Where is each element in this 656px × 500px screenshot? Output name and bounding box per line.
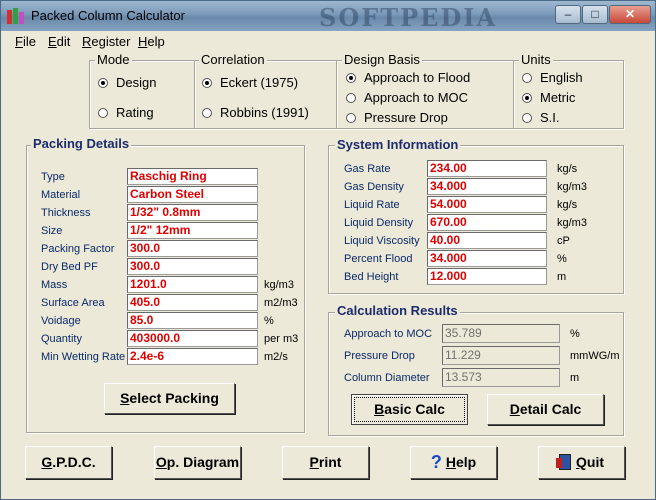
packing-thickness-label: Thickness <box>41 207 91 219</box>
menu-edit[interactable]: Edit <box>48 34 70 49</box>
system-percent-flood-unit: % <box>557 253 567 265</box>
units-si-radio[interactable]: S.I. <box>522 110 560 125</box>
units-metric-radio[interactable]: Metric <box>522 90 575 105</box>
system-percent-flood-label: Percent Flood <box>344 253 413 265</box>
packing-surface-area-label: Surface Area <box>41 297 105 309</box>
basic-calc-button[interactable]: Basic Calc <box>351 394 468 425</box>
design-basis-group-label: Design Basis <box>342 52 422 67</box>
packing-min-wetting-rate-label: Min Wetting Rate <box>41 351 126 363</box>
system-percent-flood-field[interactable]: 34.000 <box>427 250 547 267</box>
packing-quantity-field[interactable]: 403000.0 <box>127 330 258 347</box>
window-title: Packed Column Calculator <box>31 8 185 23</box>
system-gas-density-label: Gas Density <box>344 181 404 193</box>
system-gas-rate-unit: kg/s <box>557 163 578 175</box>
correlation-group-label: Correlation <box>199 52 267 67</box>
packing-dry-bed-pf-field[interactable]: 300.0 <box>127 258 258 275</box>
packing-mass-label: Mass <box>41 279 68 291</box>
watermark: SOFTPEDIA <box>319 3 498 32</box>
design-basis-moc-radio[interactable]: Approach to MOC <box>346 90 468 105</box>
design-basis-pressure-radio[interactable]: Pressure Drop <box>346 110 448 125</box>
help-button[interactable]: ? Help <box>410 446 497 479</box>
minimize-button[interactable]: – <box>555 5 581 24</box>
result-pressure-drop-field: 11.229 <box>442 346 560 365</box>
packing-packing-factor-label: Packing Factor <box>41 243 115 255</box>
packing-surface-area-field[interactable]: 405.0 <box>127 294 258 311</box>
packing-surface-area-unit: m2/m3 <box>264 297 298 309</box>
packing-voidage-unit: % <box>264 315 274 327</box>
result-approach-to-moc-unit: % <box>570 328 580 340</box>
detail-calc-button[interactable]: Detail Calc <box>487 394 604 425</box>
units-english-radio[interactable]: English <box>522 70 583 85</box>
packing-size-field[interactable]: 1/2" 12mm <box>127 222 258 239</box>
app-window: Packed Column Calculator SOFTPEDIA – □ ✕… <box>0 0 656 500</box>
packing-dry-bed-pf-label: Dry Bed PF <box>41 261 98 273</box>
result-column-diameter-label: Column Diameter <box>344 372 430 384</box>
packing-details-title: Packing Details <box>31 136 132 151</box>
packing-quantity-unit: per m3 <box>264 333 299 345</box>
system-liquid-density-field[interactable]: 670.00 <box>427 214 547 231</box>
system-bed-height-unit: m <box>557 271 567 283</box>
mode-design-radio[interactable]: Design <box>98 75 156 90</box>
packing-size-label: Size <box>41 225 63 237</box>
correlation-eckert-radio[interactable]: Eckert (1975) <box>202 75 298 90</box>
packing-packing-factor-field[interactable]: 300.0 <box>127 240 258 257</box>
menu-help[interactable]: Help <box>138 34 165 49</box>
design-basis-flood-radio[interactable]: Approach to Flood <box>346 70 470 85</box>
system-gas-rate-label: Gas Rate <box>344 163 391 175</box>
mode-rating-radio[interactable]: Rating <box>98 105 154 120</box>
question-icon: ? <box>430 452 442 472</box>
title-bar: Packed Column Calculator SOFTPEDIA – □ ✕ <box>1 1 655 32</box>
packing-type-field[interactable]: Raschig Ring <box>127 168 258 185</box>
menu-bar: File Edit Register Help <box>1 31 655 51</box>
menu-file[interactable]: File <box>15 34 36 49</box>
close-button[interactable]: ✕ <box>609 5 651 24</box>
select-packing-button[interactable]: Select Packing <box>104 383 235 414</box>
system-liquid-density-label: Liquid Density <box>344 217 414 229</box>
op-diagram-button[interactable]: Op. Diagram <box>154 446 241 479</box>
correlation-robbins-radio[interactable]: Robbins (1991) <box>202 105 309 120</box>
units-group-label: Units <box>519 52 553 67</box>
result-pressure-drop-label: Pressure Drop <box>344 350 415 362</box>
system-liquid-rate-label: Liquid Rate <box>344 199 400 211</box>
system-gas-density-unit: kg/m3 <box>557 181 587 193</box>
system-gas-rate-field[interactable]: 234.00 <box>427 160 547 177</box>
packing-type-label: Type <box>41 171 65 183</box>
system-liquid-viscosity-label: Liquid Viscosity <box>344 235 420 247</box>
gpdc-button[interactable]: G.P.D.C. <box>25 446 112 479</box>
maximize-button[interactable]: □ <box>582 5 608 24</box>
system-liquid-density-unit: kg/m3 <box>557 217 587 229</box>
system-bed-height-field[interactable]: 12.000 <box>427 268 547 285</box>
packing-quantity-label: Quantity <box>41 333 82 345</box>
packing-thickness-field[interactable]: 1/32" 0.8mm <box>127 204 258 221</box>
mode-group-label: Mode <box>95 52 132 67</box>
system-liquid-viscosity-unit: cP <box>557 235 570 247</box>
result-pressure-drop-unit: mmWG/m <box>570 350 620 362</box>
system-information-title: System Information <box>335 137 461 152</box>
packing-min-wetting-rate-field[interactable]: 2.4e-6 <box>127 348 258 365</box>
result-approach-to-moc-field: 35.789 <box>442 324 560 343</box>
packing-mass-unit: kg/m3 <box>264 279 294 291</box>
print-button[interactable]: Print <box>282 446 369 479</box>
packing-material-label: Material <box>41 189 81 201</box>
quit-button[interactable]: Quit <box>538 446 625 479</box>
packing-voidage-field[interactable]: 85.0 <box>127 312 258 329</box>
packing-min-wetting-rate-unit: m2/s <box>264 351 288 363</box>
packing-voidage-label: Voidage <box>41 315 81 327</box>
system-liquid-rate-unit: kg/s <box>557 199 578 211</box>
menu-register[interactable]: Register <box>82 34 130 49</box>
app-icon <box>7 8 25 24</box>
packing-mass-field[interactable]: 1201.0 <box>127 276 258 293</box>
result-column-diameter-field: 13.573 <box>442 368 560 387</box>
system-bed-height-label: Bed Height <box>344 271 399 283</box>
exit-door-icon <box>556 454 571 470</box>
system-liquid-viscosity-field[interactable]: 40.00 <box>427 232 547 249</box>
result-column-diameter-unit: m <box>570 372 580 384</box>
result-approach-to-moc-label: Approach to MOC <box>344 328 433 340</box>
system-liquid-rate-field[interactable]: 54.000 <box>427 196 547 213</box>
calculation-results-title: Calculation Results <box>335 303 460 318</box>
packing-material-field[interactable]: Carbon Steel <box>127 186 258 203</box>
system-gas-density-field[interactable]: 34.000 <box>427 178 547 195</box>
